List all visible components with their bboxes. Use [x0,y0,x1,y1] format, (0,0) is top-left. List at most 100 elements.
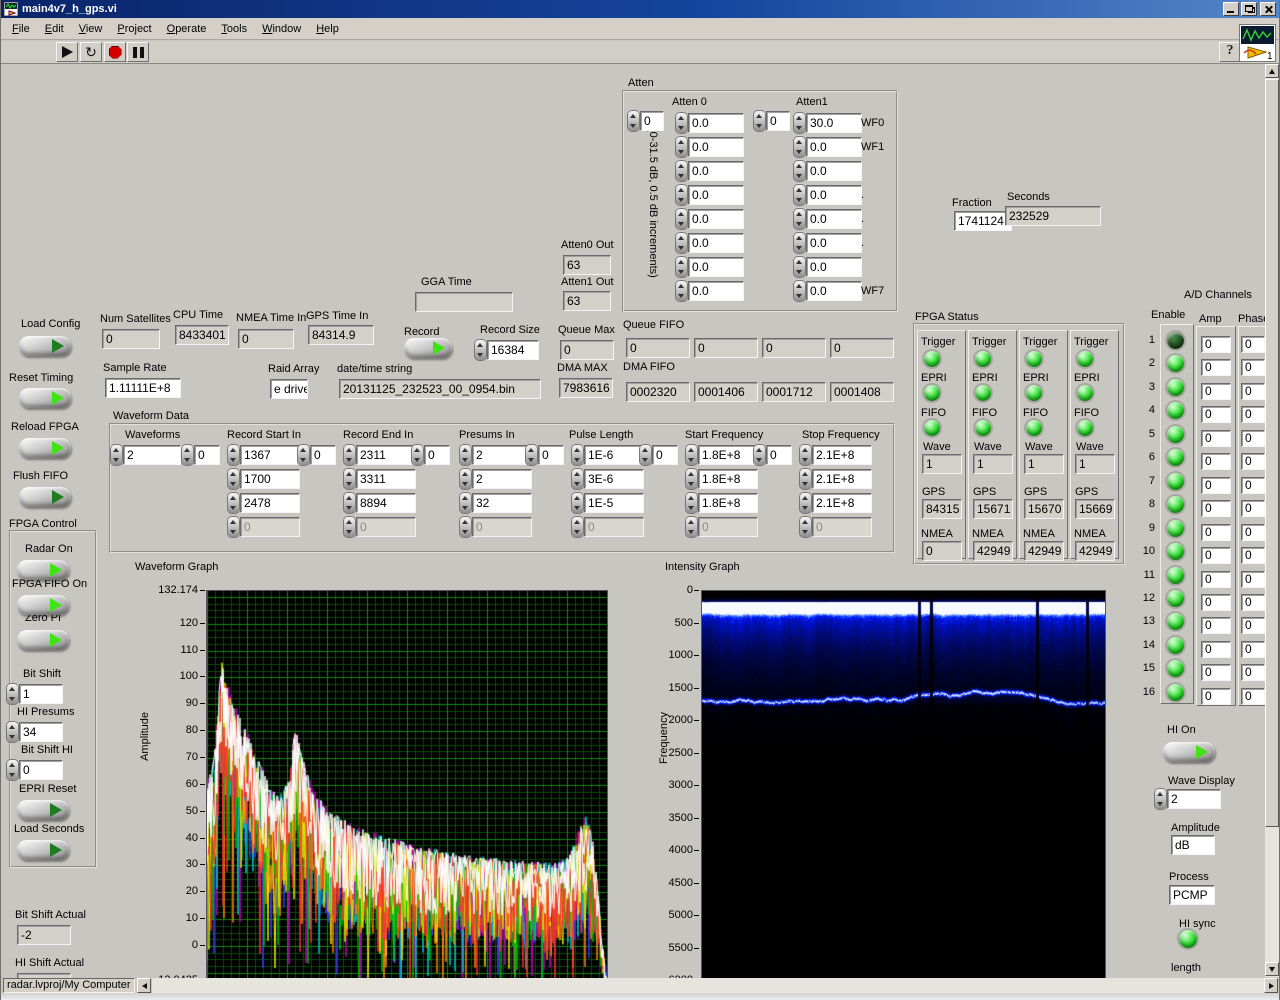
atten0-row-6-value[interactable]: 0.0 [688,257,744,277]
hi-presums-spinner-value[interactable]: 34 [19,722,63,742]
wd-3-row-2-value[interactable]: 1E-5 [584,493,644,513]
spinner-arrows-icon[interactable] [754,111,765,131]
spinner-arrows-icon[interactable] [686,445,697,465]
context-help-button[interactable]: ? [1219,42,1241,62]
load-config-button[interactable] [19,336,71,356]
sample-rate-field[interactable]: 1.11111E+8 [105,378,181,398]
spinner-arrows-icon[interactable] [794,233,805,253]
ad-amp-field-7[interactable]: 0 [1201,476,1231,494]
ad-amp-field-10[interactable]: 0 [1201,547,1231,565]
ad-amp-field-14[interactable]: 0 [1201,640,1231,658]
atten0-row-3-value[interactable]: 0.0 [688,185,744,205]
spinner-arrows-icon[interactable] [182,445,193,465]
spinner-arrows-icon[interactable] [572,517,583,537]
wd-2-row-1-value[interactable]: 2 [472,469,532,489]
spinner-arrows-icon[interactable] [475,340,486,360]
ad-enable-led-8[interactable] [1167,496,1184,514]
hi-on-button[interactable] [1163,742,1215,762]
wd-index-spinner-3-value[interactable]: 0 [538,445,564,465]
menu-view[interactable]: View [73,20,109,38]
spinner-arrows-icon[interactable] [526,445,537,465]
wd-index-spinner-2-value[interactable]: 0 [424,445,450,465]
wd-3-row-1-value[interactable]: 3E-6 [584,469,644,489]
wd-1-row-1-value[interactable]: 3311 [356,469,416,489]
spinner-arrows-icon[interactable] [676,113,687,133]
ad-enable-led-10[interactable] [1167,543,1184,561]
ad-amp-field-5[interactable]: 0 [1201,429,1231,447]
ad-phase-field-8[interactable]: 0 [1241,500,1265,518]
record-button[interactable] [404,338,452,358]
ad-amp-field-2[interactable]: 0 [1201,359,1231,377]
run-continuous-button[interactable]: ↻ [80,42,102,62]
spinner-arrows-icon[interactable] [794,113,805,133]
spinner-arrows-icon[interactable] [794,257,805,277]
ad-amp-field-15[interactable]: 0 [1201,664,1231,682]
ad-enable-led-7[interactable] [1167,472,1184,490]
ad-phase-field-1[interactable]: 0 [1241,336,1265,353]
ad-amp-field-8[interactable]: 0 [1201,500,1231,518]
ad-amp-field-9[interactable]: 0 [1201,523,1231,541]
wd-4-row-1-value[interactable]: 1.8E+8 [698,469,758,489]
menu-tools[interactable]: Tools [215,20,253,38]
process-field[interactable]: PCMP [1169,885,1215,905]
ad-amp-field-11[interactable]: 0 [1201,570,1231,588]
atten1-index-spinner-value[interactable]: 0 [766,111,790,131]
menu-help[interactable]: Help [310,20,345,38]
wave-display-spinner-value[interactable]: 2 [1167,789,1221,809]
vertical-scrollbar-thumb[interactable] [1265,79,1279,827]
atten0-row-2-value[interactable]: 0.0 [688,161,744,181]
scroll-left-button[interactable] [137,978,151,993]
record-size-spinner-value[interactable]: 16384 [487,340,539,360]
wd-0-row-1-value[interactable]: 1700 [240,469,300,489]
ad-enable-led-9[interactable] [1167,519,1184,537]
spinner-arrows-icon[interactable] [754,445,765,465]
atten0-row-0-value[interactable]: 0.0 [688,113,744,133]
ad-phase-field-3[interactable]: 0 [1241,382,1265,400]
spinner-arrows-icon[interactable] [298,445,309,465]
ad-amp-field-16[interactable]: 0 [1201,687,1231,705]
spinner-arrows-icon[interactable] [676,161,687,181]
wd-4-row-0-value[interactable]: 1.8E+8 [698,445,758,465]
spinner-arrows-icon[interactable] [344,445,355,465]
ad-enable-led-3[interactable] [1167,378,1184,396]
ad-phase-field-6[interactable]: 0 [1241,453,1265,471]
atten1-row-3-value[interactable]: 0.0 [806,185,862,205]
spinner-arrows-icon[interactable] [572,493,583,513]
reset-timing-button[interactable] [19,388,71,408]
ad-phase-field-7[interactable]: 0 [1241,476,1265,494]
spinner-arrows-icon[interactable] [628,111,639,131]
spinner-arrows-icon[interactable] [460,469,471,489]
spinner-arrows-icon[interactable] [344,493,355,513]
wd-0-row-0-value[interactable]: 1367 [240,445,300,465]
ad-enable-led-11[interactable] [1167,566,1184,584]
bit-shift-hi-spinner-value[interactable]: 0 [19,760,63,780]
spinner-arrows-icon[interactable] [572,469,583,489]
atten0-row-5-value[interactable]: 0.0 [688,233,744,253]
bit-shift-spinner-value[interactable]: 1 [19,684,63,704]
spinner-arrows-icon[interactable] [460,493,471,513]
ad-phase-field-16[interactable]: 0 [1241,687,1265,705]
ad-enable-led-14[interactable] [1167,636,1184,654]
wd-index-spinner-1-value[interactable]: 0 [310,445,336,465]
spinner-arrows-icon[interactable] [572,445,583,465]
fpga-fifo-on-button[interactable] [17,595,69,615]
ad-enable-led-12[interactable] [1167,589,1184,607]
atten1-row-2-value[interactable]: 0.0 [806,161,862,181]
spinner-arrows-icon[interactable] [800,469,811,489]
zero-pi-button[interactable] [17,630,69,650]
wd-index-spinner-0-value[interactable]: 0 [194,445,220,465]
ad-amp-field-13[interactable]: 0 [1201,617,1231,635]
spinner-arrows-icon[interactable] [228,493,239,513]
spinner-arrows-icon[interactable] [676,209,687,229]
ad-phase-field-14[interactable]: 0 [1241,640,1265,658]
spinner-arrows-icon[interactable] [676,257,687,277]
spinner-arrows-icon[interactable] [344,469,355,489]
wd-1-row-2-value[interactable]: 8894 [356,493,416,513]
spinner-arrows-icon[interactable] [800,493,811,513]
spinner-arrows-icon[interactable] [344,517,355,537]
abort-button[interactable] [104,42,126,62]
menu-file[interactable]: File [6,20,36,38]
spinner-arrows-icon[interactable] [794,185,805,205]
wd-index-spinner-4-value[interactable]: 0 [652,445,678,465]
ad-phase-field-11[interactable]: 0 [1241,570,1265,588]
